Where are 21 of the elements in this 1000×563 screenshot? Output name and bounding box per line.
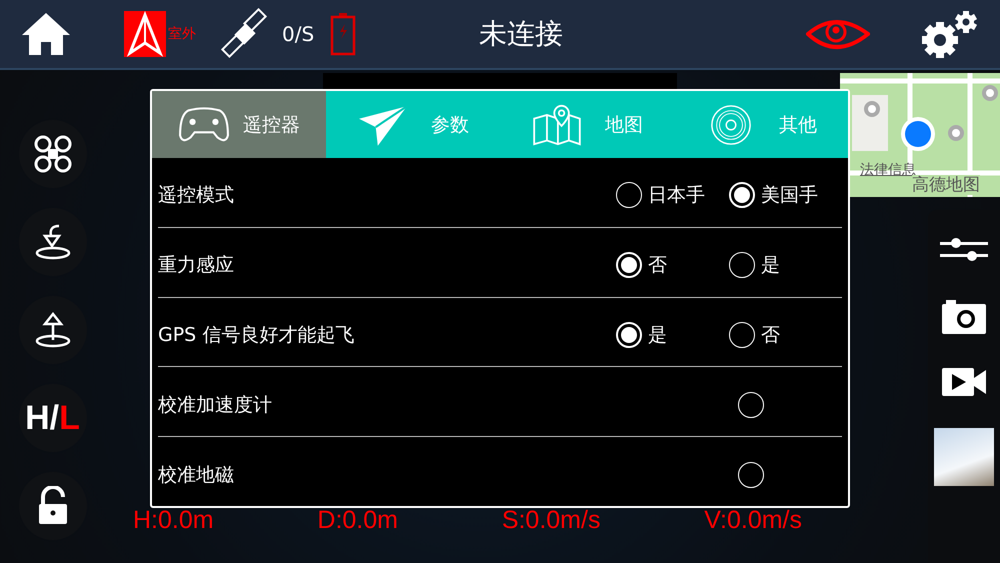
setting-label: 遥控模式 [158, 183, 235, 208]
setting-label: GPS 信号良好才能起飞 [158, 322, 356, 348]
setting-label: 校准加速度计 [158, 392, 273, 418]
radio-option[interactable]: 日本手 [616, 182, 729, 208]
altitude-mode-button[interactable]: H/L [18, 384, 86, 452]
radio-option[interactable]: 是 [729, 252, 842, 278]
connection-status: 未连接 [478, 16, 564, 52]
radio-option[interactable]: 否 [616, 252, 729, 278]
telemetry-reading: V:0.0m/s [704, 506, 802, 535]
setting-label: 校准地磁 [158, 462, 235, 488]
map-provider-label: 高德地图 [912, 175, 980, 195]
satellite-count: 0/S [282, 22, 314, 46]
radio-option[interactable]: 否 [729, 322, 842, 348]
radio-option[interactable]: 美国手 [729, 182, 842, 208]
settings-tab[interactable]: 遥控器 [152, 91, 326, 158]
location-mode-label: 室外 [168, 25, 196, 43]
telemetry-reading: D:0.0m [317, 506, 398, 535]
telemetry-reading: S:0.0m/s [502, 506, 600, 535]
setting-label: 重力感应 [158, 253, 235, 278]
radio-option[interactable]: 是 [616, 322, 729, 348]
telemetry-reading: H:0.0m [133, 506, 214, 535]
